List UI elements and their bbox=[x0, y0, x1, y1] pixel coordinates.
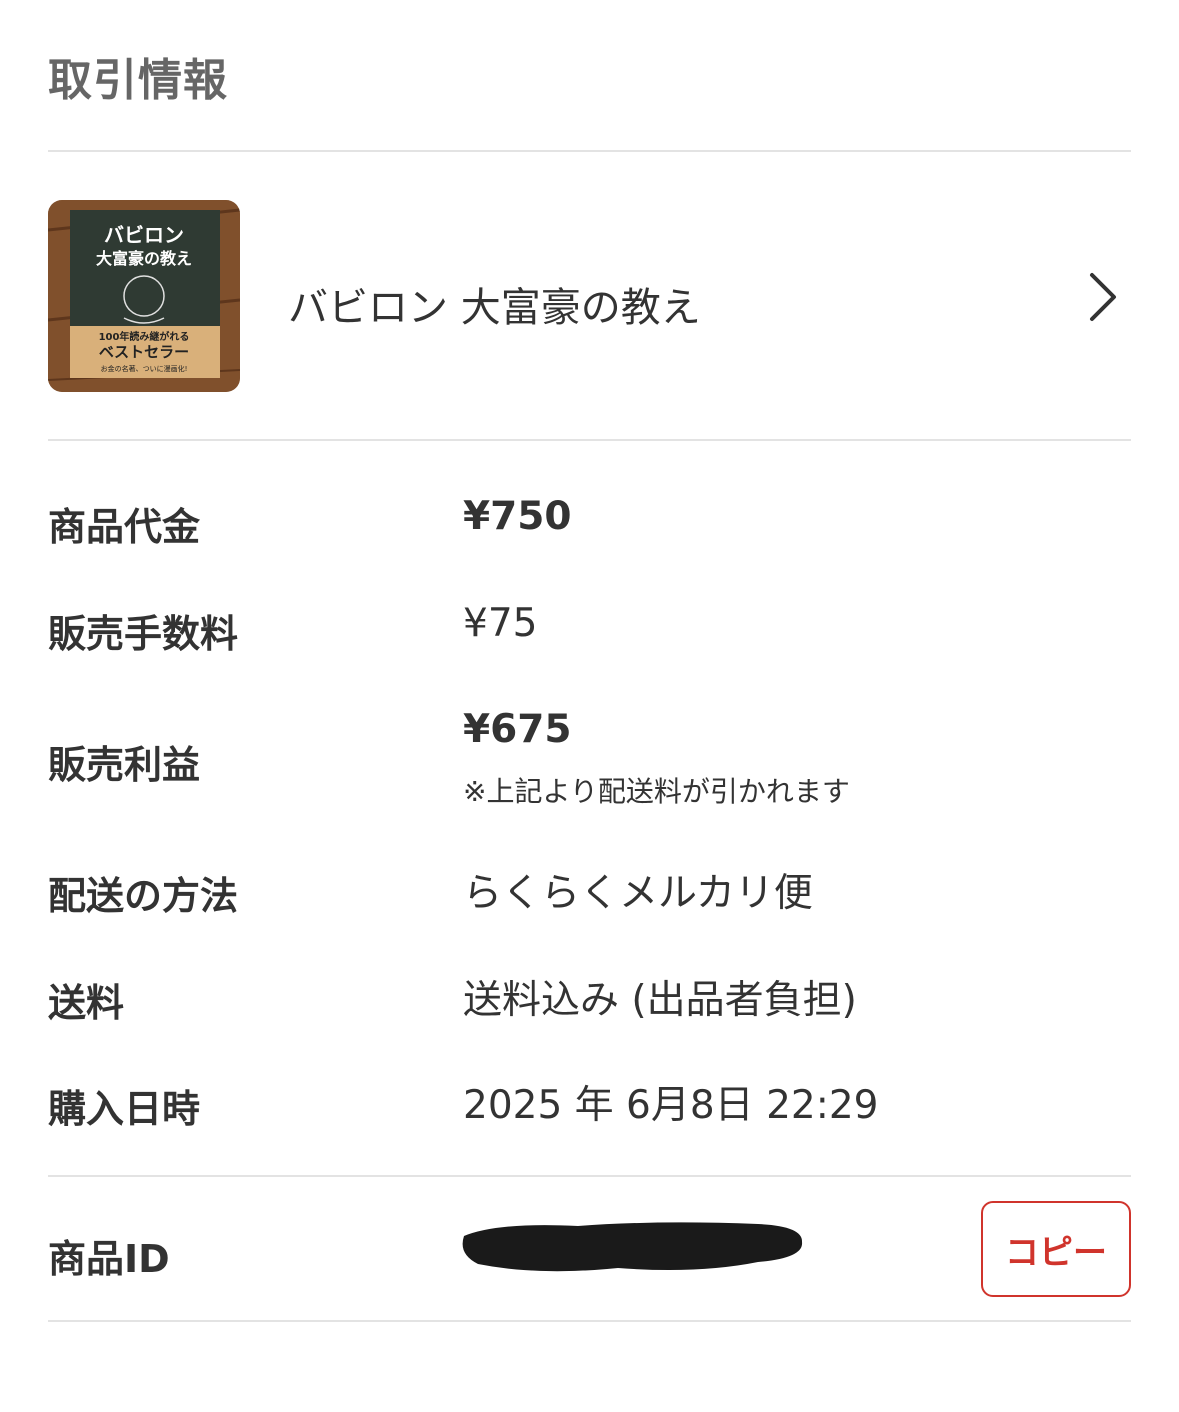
purchase-date-value: 2025 年 6月8日 22:29 bbox=[463, 1083, 879, 1128]
product-name: バビロン 大富豪の教え bbox=[288, 285, 701, 331]
section-title: 取引情報 bbox=[48, 55, 228, 106]
profit-value: ¥675 bbox=[463, 707, 572, 752]
shipping-fee-label: 送料 bbox=[48, 981, 125, 1025]
product-thumbnail: バビロン 大富豪の教え 100年読み継がれる ベストセラー お金の名著、ついに漫… bbox=[48, 200, 240, 392]
cover-title-line2: 大富豪の教え bbox=[96, 249, 192, 268]
shipping-method-label: 配送の方法 bbox=[48, 874, 239, 918]
cover-band-line1: 100年読み継がれる bbox=[99, 330, 190, 343]
price-label: 商品代金 bbox=[48, 505, 201, 549]
redacted-item-id bbox=[462, 1222, 803, 1272]
divider-bottom bbox=[48, 1320, 1131, 1322]
divider-id bbox=[48, 1175, 1131, 1177]
copy-button[interactable]: コピー bbox=[981, 1201, 1131, 1297]
item-id-label: 商品ID bbox=[48, 1237, 170, 1281]
purchase-date-label: 購入日時 bbox=[48, 1087, 201, 1131]
shipping-method-value: らくらくメルカリ便 bbox=[463, 871, 813, 916]
cover-band-line3: お金の名著、ついに漫画化! bbox=[101, 364, 188, 373]
chevron-right-icon[interactable] bbox=[1078, 269, 1128, 325]
divider-top bbox=[48, 150, 1131, 152]
profit-label: 販売利益 bbox=[48, 743, 201, 787]
price-value: ¥750 bbox=[463, 494, 572, 539]
shipping-fee-value: 送料込み (出品者負担) bbox=[463, 978, 857, 1023]
cover-band-line2: ベストセラー bbox=[99, 343, 189, 361]
divider-product bbox=[48, 439, 1131, 441]
profit-note: ※上記より配送料が引かれます bbox=[463, 775, 850, 808]
fee-label: 販売手数料 bbox=[48, 612, 239, 656]
cover-title-line1: バビロン bbox=[104, 223, 184, 247]
product-row[interactable]: バビロン 大富豪の教え 100年読み継がれる ベストセラー お金の名著、ついに漫… bbox=[0, 153, 1179, 440]
fee-value: ¥75 bbox=[463, 601, 538, 646]
